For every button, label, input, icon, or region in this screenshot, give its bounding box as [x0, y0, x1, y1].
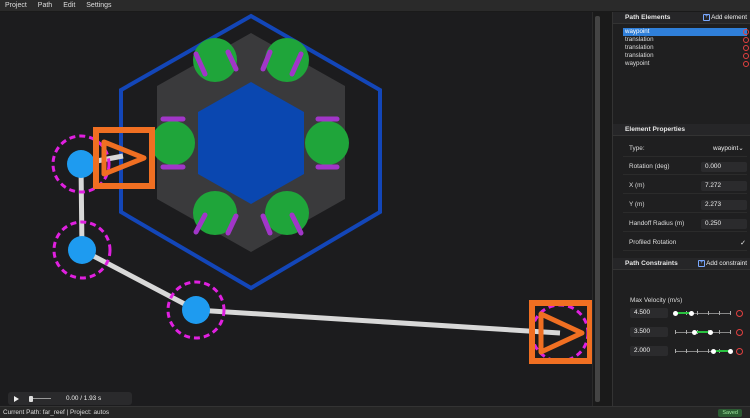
coral-piece	[265, 191, 309, 235]
path-element-item[interactable]: translation	[623, 36, 749, 44]
menu-path[interactable]: Path	[38, 2, 52, 9]
constraint-value-input[interactable]: 2.000	[630, 346, 668, 356]
constraint-row: 2.000	[623, 343, 747, 359]
path-element-item[interactable]: waypoint	[623, 28, 749, 36]
playback-controls: 0.00 / 1.93 s	[8, 392, 132, 405]
profiled-label: Profiled Rotation	[629, 239, 677, 246]
x-input[interactable]: 7.272	[701, 180, 747, 191]
playback-time: 0.00 / 1.93 s	[66, 395, 102, 402]
profiled-row: Profiled Rotation ✓	[623, 235, 747, 251]
type-select[interactable]: waypoint ⌄	[709, 144, 747, 154]
y-label: Y (m)	[629, 201, 645, 208]
plus-icon: +	[703, 14, 711, 21]
menu-settings[interactable]: Settings	[86, 2, 111, 9]
field-svg[interactable]	[0, 12, 592, 406]
constraint-range-slider[interactable]	[675, 347, 733, 355]
status-text: Current Path: far_reef | Project: autos	[3, 409, 110, 416]
checkbox-check-icon[interactable]: ✓	[739, 239, 747, 247]
coral-piece	[305, 121, 349, 165]
coral-piece	[265, 38, 309, 82]
x-label: X (m)	[629, 182, 645, 189]
delete-icon[interactable]	[736, 328, 743, 336]
path-elements-list: waypoint translation translation translatio…	[623, 28, 749, 68]
path-constraints-title: Path Constraints	[625, 260, 678, 267]
range-handle	[711, 348, 716, 354]
path-elements-title: Path Elements	[625, 14, 671, 21]
delete-icon[interactable]	[743, 61, 749, 67]
range-handle	[708, 329, 714, 335]
play-icon[interactable]	[14, 395, 19, 402]
status-bar: Current Path: far_reef | Project: autos …	[0, 406, 750, 418]
range-handle	[727, 348, 733, 354]
translation-point[interactable]	[67, 150, 95, 178]
constraint-name: Max Velocity (m/s)	[630, 297, 683, 304]
path-element-item[interactable]: translation	[623, 44, 749, 52]
delete-icon[interactable]	[743, 45, 749, 51]
handoff-label: Handoff Radius (m)	[629, 220, 685, 227]
delete-icon[interactable]	[736, 309, 743, 317]
rotation-row: Rotation (deg) 0.000	[623, 159, 747, 175]
type-label: Type:	[629, 145, 645, 152]
handoff-row: Handoff Radius (m) 0.250	[623, 216, 747, 232]
constraint-value-input[interactable]: 4.500	[630, 308, 668, 318]
delete-icon[interactable]	[743, 37, 749, 43]
plus-icon: +	[698, 260, 706, 267]
range-handle	[689, 310, 694, 316]
delete-icon[interactable]	[743, 29, 749, 35]
constraint-range-slider[interactable]	[672, 309, 731, 317]
delete-icon[interactable]	[736, 347, 743, 355]
delete-icon[interactable]	[743, 53, 749, 59]
path-element-item[interactable]: waypoint	[623, 60, 749, 68]
type-row: Type: waypoint ⌄	[623, 141, 747, 157]
menu-bar: Project Path Edit Settings	[0, 0, 750, 12]
menu-project[interactable]: Project	[5, 2, 27, 9]
field-canvas[interactable]: 0.00 / 1.93 s	[0, 12, 592, 406]
constraint-row: 3.500	[623, 324, 747, 340]
coral-piece	[151, 121, 195, 165]
y-input[interactable]: 2.273	[701, 199, 747, 210]
menu-edit[interactable]: Edit	[63, 2, 75, 9]
translation-point[interactable]	[182, 296, 210, 324]
rotation-label: Rotation (deg)	[629, 163, 670, 170]
x-row: X (m) 7.272	[623, 178, 747, 194]
add-element-button[interactable]: + Add element	[703, 14, 747, 21]
vertical-scrollbar[interactable]	[592, 12, 612, 406]
add-constraint-button[interactable]: + Add constraint	[698, 260, 747, 267]
constraint-range-slider[interactable]	[675, 328, 731, 336]
handoff-input[interactable]: 0.250	[701, 218, 747, 229]
constraint-row: 4.500	[623, 305, 747, 321]
saved-badge: Saved	[718, 409, 742, 417]
element-properties-title: Element Properties	[625, 126, 686, 133]
chevron-down-icon: ⌄	[738, 144, 744, 152]
path-elements-section: Path Elements + Add element waypoint tran…	[613, 12, 750, 122]
constraint-value-input[interactable]: 3.500	[630, 327, 668, 337]
translation-point[interactable]	[68, 236, 96, 264]
range-handle	[691, 329, 697, 335]
rotation-input[interactable]: 0.000	[701, 161, 747, 172]
playback-slider[interactable]	[29, 395, 51, 402]
y-row: Y (m) 2.273	[623, 197, 747, 213]
range-handle	[672, 310, 678, 316]
path-element-item[interactable]: translation	[623, 52, 749, 60]
side-panel: Path Elements + Add element waypoint tran…	[612, 12, 750, 406]
